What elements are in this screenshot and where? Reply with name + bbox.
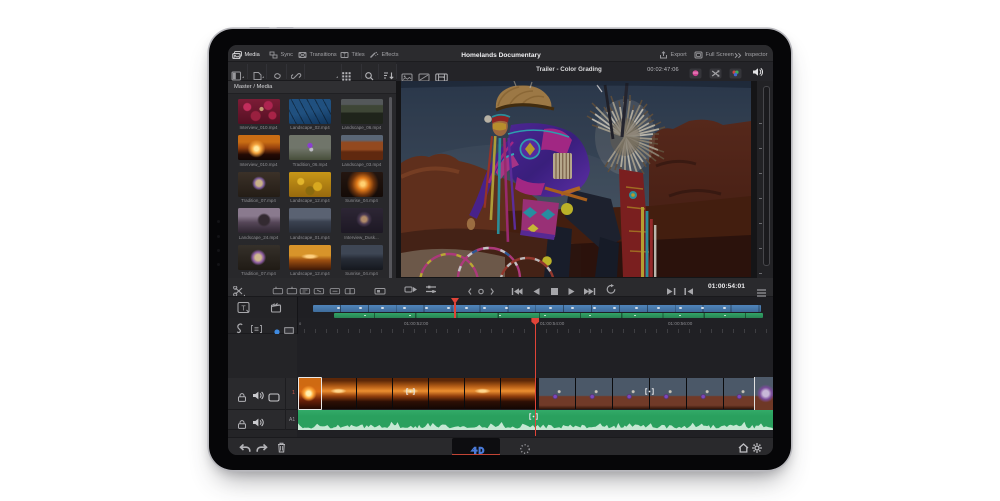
svg-text:T: T bbox=[343, 53, 346, 59]
svg-text:T: T bbox=[241, 305, 246, 312]
